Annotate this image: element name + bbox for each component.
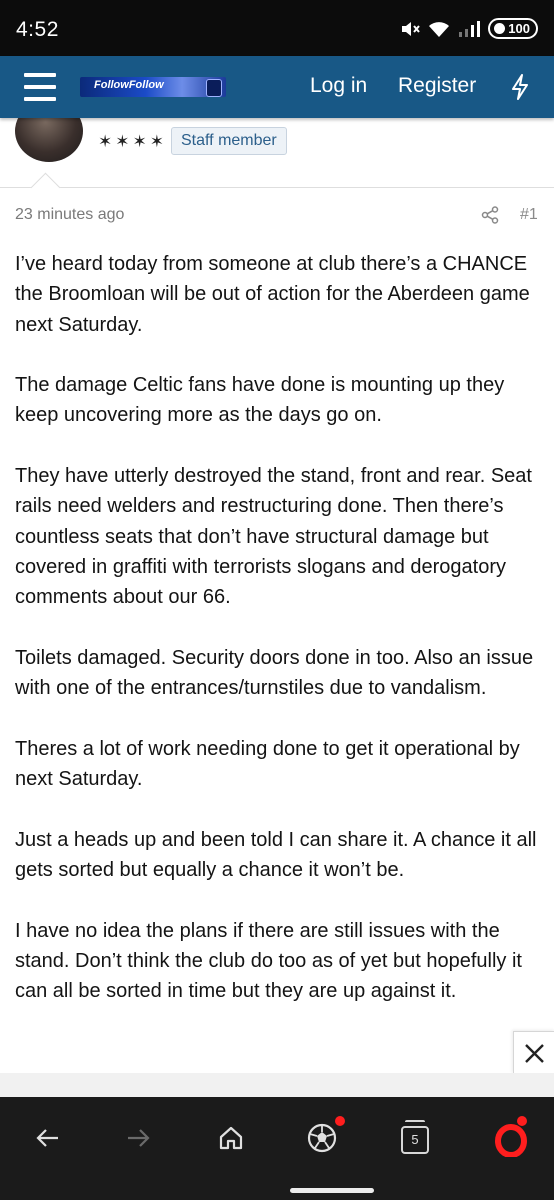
battery-icon — [494, 23, 506, 34]
ad-banner-area — [0, 1073, 554, 1097]
status-bar: 4:52 100 — [0, 0, 554, 56]
close-icon — [525, 1044, 544, 1063]
mute-icon — [402, 21, 421, 36]
message-divider — [0, 187, 554, 188]
site-logo[interactable]: FollowFollow — [80, 77, 226, 97]
gesture-bar[interactable] — [290, 1188, 374, 1193]
rank-stars: ✶✶✶✶ — [98, 132, 167, 151]
wifi-icon — [429, 21, 450, 37]
hamburger-menu-icon[interactable] — [24, 73, 56, 101]
login-link[interactable]: Log in — [310, 74, 367, 98]
battery-indicator: 100 — [488, 18, 538, 39]
status-icons: 100 — [400, 18, 538, 39]
post-paragraph: I’ve heard today from someone at club th… — [15, 253, 530, 336]
signal-icon — [459, 20, 481, 37]
lightning-bolt-icon[interactable] — [510, 74, 530, 100]
share-icon[interactable] — [481, 206, 499, 224]
post-paragraph: They have utterly destroyed the stand, f… — [15, 465, 532, 609]
post-paragraph: The damage Celtic fans have done is moun… — [15, 374, 505, 427]
battery-level: 100 — [508, 21, 530, 36]
register-link[interactable]: Register — [398, 74, 476, 98]
back-arrow-icon[interactable] — [34, 1126, 60, 1150]
post-timestamp[interactable]: 23 minutes ago — [15, 206, 124, 224]
crest-icon — [206, 79, 222, 97]
status-time: 4:52 — [16, 18, 59, 41]
notification-dot — [335, 1116, 345, 1126]
post-paragraph: I have no idea the plans if there are st… — [15, 919, 522, 1003]
logo-text: FollowFollow — [94, 79, 164, 91]
post-paragraph: Just a heads up and been told I can shar… — [15, 828, 537, 881]
forward-arrow-icon[interactable] — [126, 1126, 152, 1150]
tabs-icon[interactable]: 5 — [401, 1126, 429, 1154]
post-number[interactable]: #1 — [520, 206, 538, 224]
home-icon[interactable] — [217, 1124, 245, 1152]
post-paragraph: Toilets damaged. Security doors done in … — [15, 646, 534, 700]
message-caret — [30, 172, 61, 203]
opera-notification-dot — [517, 1116, 527, 1126]
post-paragraph: Theres a lot of work needing done to get… — [15, 737, 520, 791]
post-body: I’ve heard today from someone at club th… — [15, 249, 543, 1037]
opera-icon[interactable] — [494, 1123, 528, 1157]
football-icon[interactable] — [306, 1122, 338, 1154]
browser-toolbar — [0, 1097, 554, 1200]
tabs-stack-edge — [405, 1120, 425, 1125]
staff-member-badge: Staff member — [171, 127, 287, 155]
ad-close-button[interactable] — [513, 1031, 554, 1074]
